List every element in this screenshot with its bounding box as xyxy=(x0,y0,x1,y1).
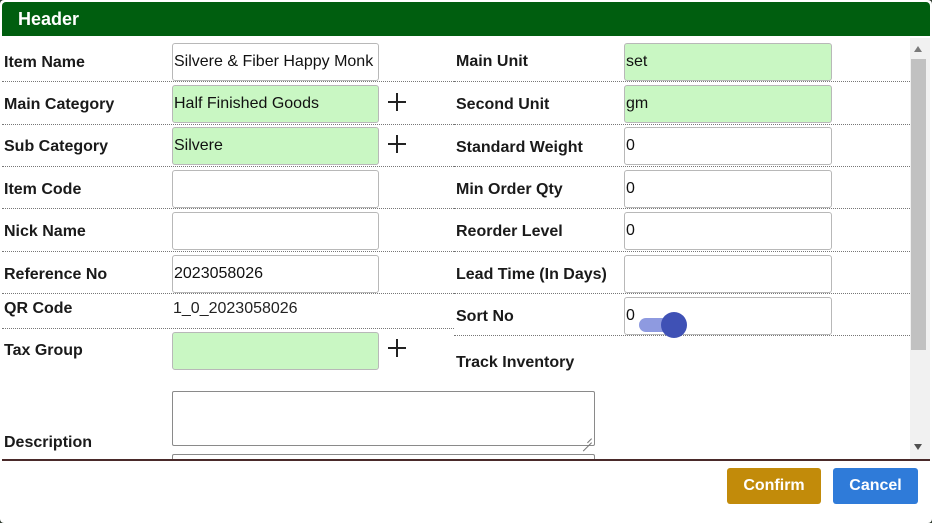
reorder-level-label: Reorder Level xyxy=(456,223,563,240)
track-inventory-label: Track Inventory xyxy=(456,354,575,371)
item-dialog: Header Item Name Silvere & Fiber Happy M… xyxy=(0,0,932,523)
second-unit-label: Second Unit xyxy=(456,96,550,113)
main-category-label: Main Category xyxy=(4,96,115,113)
qr-code-value: 1_0_2023058026 xyxy=(173,300,298,317)
nick-name-label: Nick Name xyxy=(4,223,86,240)
row-divider xyxy=(454,124,910,125)
reference-no-label: Reference No xyxy=(4,266,108,283)
row-divider xyxy=(2,208,454,209)
row-divider xyxy=(2,124,454,125)
lead-time-label: Lead Time (In Days) xyxy=(456,266,607,283)
row-divider xyxy=(2,328,454,329)
item-name-field[interactable]: Silvere & Fiber Happy Monk xyxy=(172,43,379,81)
reorder-level-field[interactable]: 0 xyxy=(624,212,832,250)
row-divider xyxy=(454,208,910,209)
description-textarea[interactable] xyxy=(172,391,595,446)
standard-weight-field[interactable]: 0 xyxy=(624,127,832,165)
row-divider xyxy=(454,293,910,294)
row-divider xyxy=(454,251,910,252)
row-divider xyxy=(2,166,454,167)
min-order-qty-field[interactable]: 0 xyxy=(624,170,832,208)
vertical-scrollbar[interactable] xyxy=(910,38,930,459)
confirm-button[interactable]: Confirm xyxy=(727,468,821,504)
resize-grip-icon[interactable] xyxy=(583,434,592,443)
tax-group-label: Tax Group xyxy=(4,342,83,359)
second-unit-field[interactable]: gm xyxy=(624,85,832,123)
min-order-qty-label: Min Order Qty xyxy=(456,181,563,198)
item-code-field[interactable] xyxy=(172,170,379,208)
dialog-footer: Confirm Cancel xyxy=(2,461,930,521)
qr-code-label: QR Code xyxy=(4,300,73,317)
row-divider xyxy=(454,166,910,167)
item-name-label: Item Name xyxy=(4,54,85,71)
nick-name-field[interactable] xyxy=(172,212,379,250)
row-divider xyxy=(2,251,454,252)
form-body: Item Name Silvere & Fiber Happy Monk Mai… xyxy=(2,38,910,459)
add-main-category-plus-icon[interactable] xyxy=(388,93,406,111)
sub-category-label: Sub Category xyxy=(4,138,109,155)
main-unit-field[interactable]: set xyxy=(624,43,832,81)
lead-time-field[interactable] xyxy=(624,255,832,293)
add-tax-group-plus-icon[interactable] xyxy=(388,339,406,357)
scroll-up-arrow-icon[interactable] xyxy=(914,46,922,52)
tax-group-field[interactable] xyxy=(172,332,379,370)
scrollbar-thumb[interactable] xyxy=(911,59,926,350)
reference-no-field[interactable]: 2023058026 xyxy=(172,255,379,293)
row-divider xyxy=(454,81,910,82)
dialog-title: Header xyxy=(18,9,80,29)
row-divider xyxy=(2,81,454,82)
standard-weight-label: Standard Weight xyxy=(456,139,583,156)
scroll-down-arrow-icon[interactable] xyxy=(914,444,922,450)
main-category-field[interactable]: Half Finished Goods xyxy=(172,85,379,123)
dialog-header: Header xyxy=(2,2,930,36)
track-inventory-toggle[interactable] xyxy=(639,312,687,338)
sort-no-label: Sort No xyxy=(456,308,514,325)
main-unit-label: Main Unit xyxy=(456,53,528,70)
cancel-button[interactable]: Cancel xyxy=(833,468,918,504)
sub-category-field[interactable]: Silvere xyxy=(172,127,379,165)
row-divider xyxy=(2,293,454,294)
add-sub-category-plus-icon[interactable] xyxy=(388,135,406,153)
toggle-knob xyxy=(661,312,687,338)
item-code-label: Item Code xyxy=(4,181,82,198)
description-label: Description xyxy=(4,434,93,451)
